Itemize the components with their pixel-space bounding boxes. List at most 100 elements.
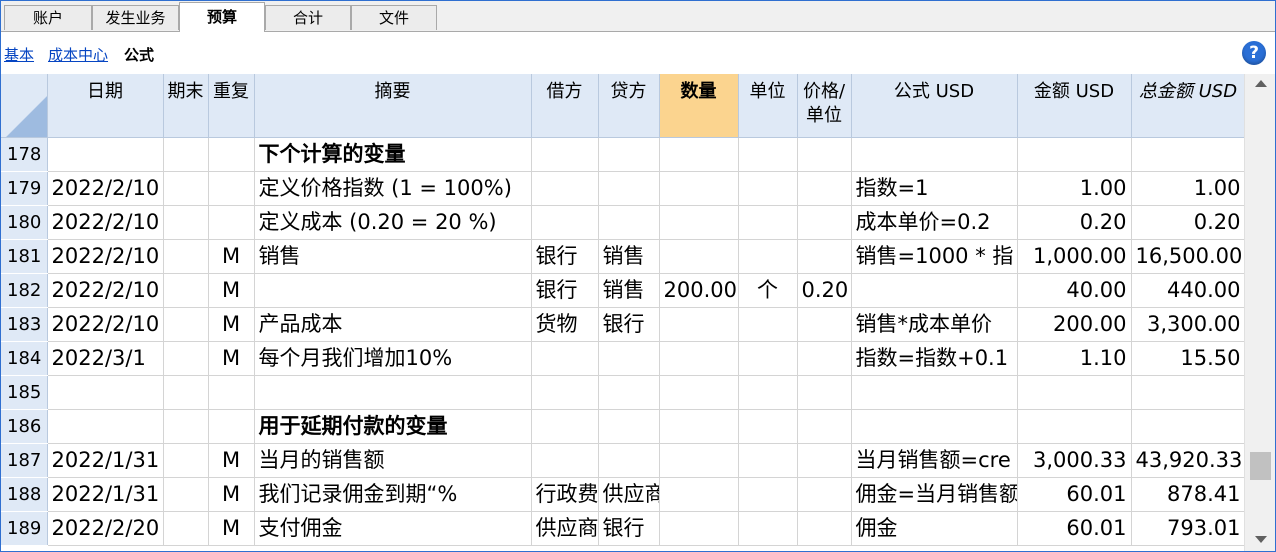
repeat-cell[interactable] [208, 409, 255, 444]
credit-cell[interactable] [598, 443, 660, 478]
date-cell[interactable]: 2022/3/1 [47, 341, 164, 376]
formula-cell[interactable]: 指数=1 [851, 171, 1018, 206]
quantity-cell[interactable] [659, 409, 739, 444]
date-cell[interactable] [47, 409, 164, 444]
total-cell[interactable]: 43,920.33 [1131, 443, 1245, 478]
repeat-cell[interactable]: M [208, 511, 255, 546]
date-cell[interactable] [47, 375, 164, 410]
quantity-cell[interactable] [659, 511, 739, 546]
total-cell[interactable]: 15.50 [1131, 341, 1245, 376]
debit-cell[interactable] [531, 341, 599, 376]
formula-cell[interactable] [851, 273, 1018, 308]
vertical-scrollbar[interactable] [1244, 74, 1275, 551]
table-row[interactable]: 178 下个计算的变量 [1, 137, 1245, 172]
debit-cell[interactable]: 供应商 [531, 511, 599, 546]
price-unit-cell[interactable] [797, 171, 852, 206]
date-cell[interactable]: 2022/1/31 [47, 477, 164, 512]
col-header-amount[interactable]: 金额 USD [1017, 74, 1132, 138]
period-end-cell[interactable] [163, 171, 209, 206]
table-row[interactable]: 186 用于延期付款的变量 [1, 409, 1245, 444]
total-cell[interactable]: 878.41 [1131, 477, 1245, 512]
debit-cell[interactable] [531, 409, 599, 444]
formula-cell[interactable] [851, 137, 1018, 172]
repeat-cell[interactable]: M [208, 273, 255, 308]
description-cell[interactable]: 下个计算的变量 [254, 137, 532, 172]
price-unit-cell[interactable] [797, 341, 852, 376]
quantity-cell[interactable] [659, 239, 739, 274]
help-icon[interactable]: ? [1242, 41, 1266, 65]
table-row[interactable]: 180 2022/2/10 定义成本 (0.20 = 20 %) 成本单价=0.2 0.… [1, 205, 1245, 240]
repeat-cell[interactable]: M [208, 341, 255, 376]
period-end-cell[interactable] [163, 511, 209, 546]
repeat-cell[interactable]: M [208, 443, 255, 478]
credit-cell[interactable]: 银行 [598, 307, 660, 342]
period-end-cell[interactable] [163, 205, 209, 240]
formula-cell[interactable]: 销售=1000 * 指 [851, 239, 1018, 274]
debit-cell[interactable] [531, 443, 599, 478]
credit-cell[interactable] [598, 171, 660, 206]
description-cell[interactable]: 当月的销售额 [254, 443, 532, 478]
col-header-price-unit[interactable]: 价格/单位 [797, 74, 852, 138]
formula-cell[interactable]: 指数=指数+0.1 [851, 341, 1018, 376]
quantity-cell[interactable] [659, 443, 739, 478]
description-cell[interactable] [254, 375, 532, 410]
total-cell[interactable]: 3,300.00 [1131, 307, 1245, 342]
unit-cell[interactable] [738, 171, 798, 206]
scrollbar-thumb[interactable] [1250, 452, 1271, 481]
formula-cell[interactable]: 佣金 [851, 511, 1018, 546]
description-cell[interactable] [254, 273, 532, 308]
amount-cell[interactable]: 1.10 [1017, 341, 1132, 376]
view-link-basic[interactable]: 基本 [4, 44, 34, 65]
period-end-cell[interactable] [163, 375, 209, 410]
col-header-description[interactable]: 摘要 [254, 74, 532, 138]
description-cell[interactable]: 用于延期付款的变量 [254, 409, 532, 444]
col-header-quantity[interactable]: 数量 [659, 74, 739, 138]
unit-cell[interactable] [738, 307, 798, 342]
period-end-cell[interactable] [163, 239, 209, 274]
amount-cell[interactable]: 3,000.33 [1017, 443, 1132, 478]
date-cell[interactable] [47, 137, 164, 172]
price-unit-cell[interactable] [797, 443, 852, 478]
date-cell[interactable]: 2022/2/10 [47, 171, 164, 206]
repeat-cell[interactable] [208, 137, 255, 172]
period-end-cell[interactable] [163, 307, 209, 342]
description-cell[interactable]: 支付佣金 [254, 511, 532, 546]
credit-cell[interactable]: 销售 [598, 239, 660, 274]
tab-budget[interactable]: 预算 [179, 2, 265, 32]
debit-cell[interactable]: 行政费 [531, 477, 599, 512]
formula-cell[interactable] [851, 409, 1018, 444]
total-cell[interactable] [1131, 409, 1245, 444]
description-cell[interactable]: 销售 [254, 239, 532, 274]
date-cell[interactable]: 2022/2/10 [47, 307, 164, 342]
description-cell[interactable]: 定义价格指数 (1 = 100%) [254, 171, 532, 206]
table-row[interactable]: 179 2022/2/10 定义价格指数 (1 = 100%) 指数=1 1.00 1.0… [1, 171, 1245, 206]
quantity-cell[interactable] [659, 307, 739, 342]
repeat-cell[interactable]: M [208, 239, 255, 274]
description-cell[interactable]: 我们记录佣金到期“% [254, 477, 532, 512]
unit-cell[interactable] [738, 375, 798, 410]
repeat-cell[interactable] [208, 375, 255, 410]
amount-cell[interactable]: 1.00 [1017, 171, 1132, 206]
total-cell[interactable] [1131, 137, 1245, 172]
tab-totals[interactable]: 合计 [265, 5, 351, 30]
col-header-total[interactable]: 总金额 USD [1131, 74, 1245, 138]
table-row[interactable]: 184 2022/3/1 M 每个月我们增加10% 指数=指数+0.1 1.10 15.50 [1, 341, 1245, 376]
formula-cell[interactable] [851, 375, 1018, 410]
unit-cell[interactable] [738, 477, 798, 512]
tab-files[interactable]: 文件 [351, 5, 437, 30]
repeat-cell[interactable] [208, 205, 255, 240]
unit-cell[interactable] [738, 443, 798, 478]
debit-cell[interactable]: 银行 [531, 239, 599, 274]
quantity-cell[interactable] [659, 341, 739, 376]
unit-cell[interactable] [738, 239, 798, 274]
amount-cell[interactable] [1017, 137, 1132, 172]
debit-cell[interactable] [531, 137, 599, 172]
total-cell[interactable]: 0.20 [1131, 205, 1245, 240]
table-row[interactable]: 183 2022/2/10 M 产品成本 货物 银行 销售*成本单价 200.00 3,300.… [1, 307, 1245, 342]
unit-cell[interactable]: 个 [738, 273, 798, 308]
unit-cell[interactable] [738, 205, 798, 240]
price-unit-cell[interactable] [797, 409, 852, 444]
credit-cell[interactable]: 供应商 [598, 477, 660, 512]
amount-cell[interactable]: 1,000.00 [1017, 239, 1132, 274]
period-end-cell[interactable] [163, 443, 209, 478]
